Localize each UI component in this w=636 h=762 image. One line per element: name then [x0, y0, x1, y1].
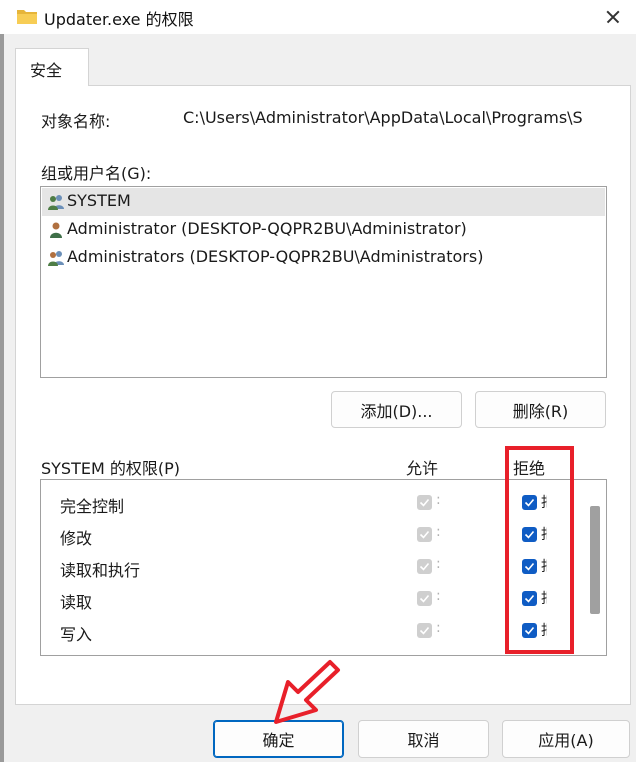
- close-icon[interactable]: [590, 0, 636, 34]
- permission-row-full-control: 完全控制 : 拒: [41, 487, 586, 519]
- allow-column-header: 允许: [406, 459, 439, 478]
- tab-security-label: 安全: [30, 61, 63, 80]
- user-list[interactable]: SYSTEM Administrator (DESKTOP-QQPR2BU\Ad…: [40, 186, 607, 378]
- deny-checkbox[interactable]: [522, 527, 537, 542]
- cancel-button[interactable]: 取消: [358, 720, 489, 758]
- user-item-system[interactable]: SYSTEM: [42, 188, 605, 216]
- permission-row-read-execute: 读取和执行 : 拒: [41, 551, 586, 583]
- scrollbar-thumb[interactable]: [590, 506, 600, 614]
- user-item-administrators[interactable]: Administrators (DESKTOP-QQPR2BU\Administ…: [42, 244, 605, 272]
- title-bar: Updater.exe 的权限: [0, 0, 636, 34]
- remove-button[interactable]: 删除(R): [475, 391, 606, 428]
- permissions-header: SYSTEM 的权限(P): [41, 459, 180, 478]
- user-item-label: Administrator (DESKTOP-QQPR2BU\Administr…: [67, 219, 467, 238]
- permission-name: 读取: [60, 593, 93, 612]
- user-item-label: Administrators (DESKTOP-QQPR2BU\Administ…: [67, 247, 484, 266]
- background-window-edge: [0, 34, 4, 762]
- user-icon: [50, 222, 62, 238]
- permission-name: 修改: [60, 529, 93, 548]
- folder-icon: [17, 10, 37, 24]
- user-item-administrator[interactable]: Administrator (DESKTOP-QQPR2BU\Administr…: [42, 216, 605, 244]
- allow-checkbox: [417, 527, 432, 542]
- deny-checkbox[interactable]: [522, 495, 537, 510]
- permission-name: 完全控制: [60, 497, 125, 516]
- deny-checkbox[interactable]: [522, 591, 537, 606]
- add-button[interactable]: 添加(D)...: [331, 391, 462, 428]
- deny-column-header: 拒绝: [513, 459, 546, 478]
- permission-row-read: 读取 : 拒: [41, 583, 586, 615]
- ok-button[interactable]: 确定: [213, 720, 344, 758]
- user-item-label: SYSTEM: [67, 191, 131, 210]
- users-group-icon: [48, 195, 64, 210]
- permission-row-modify: 修改 : 拒: [41, 519, 586, 551]
- permission-name: 读取和执行: [60, 561, 141, 580]
- allow-checkbox: [417, 591, 432, 606]
- users-group-icon: [48, 251, 64, 266]
- permission-row-write: 写入 : 拒: [41, 615, 586, 647]
- group-user-label: 组或用户名(G):: [41, 164, 152, 183]
- permissions-list: 完全控制 : 拒 修改 : 拒 读取和执行 : 拒 读取 : 拒 写入 : 拒: [40, 479, 607, 656]
- apply-button[interactable]: 应用(A): [502, 720, 630, 758]
- tab-security[interactable]: 安全: [15, 48, 89, 86]
- allow-checkbox: [417, 559, 432, 574]
- deny-checkbox[interactable]: [522, 559, 537, 574]
- allow-checkbox: [417, 495, 432, 510]
- window-title: Updater.exe 的权限: [44, 10, 194, 29]
- deny-checkbox[interactable]: [522, 623, 537, 638]
- object-name-value: C:\Users\Administrator\AppData\Local\Pro…: [183, 108, 583, 127]
- permission-name: 写入: [60, 625, 93, 644]
- allow-checkbox: [417, 623, 432, 638]
- permissions-scrollbar[interactable]: [586, 480, 606, 655]
- object-name-label: 对象名称:: [41, 112, 111, 131]
